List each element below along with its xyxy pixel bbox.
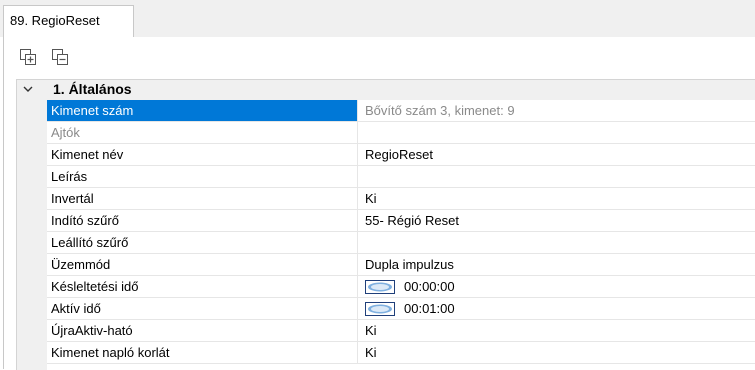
- property-value[interactable]: 55- Régió Reset: [358, 210, 755, 231]
- property-name: Késleltetési idő: [47, 276, 358, 297]
- property-row-aktiv-ido[interactable]: Aktív idő 00:01:00: [47, 298, 755, 320]
- property-row-uzemmod[interactable]: Üzemmód Dupla impulzus: [47, 254, 755, 276]
- property-row-indito-szuro[interactable]: Indító szűrő 55- Régió Reset: [47, 210, 755, 232]
- time-value-icon: [365, 279, 395, 294]
- time-value-icon: [365, 301, 395, 316]
- property-row-ajtok[interactable]: Ajtók: [47, 122, 755, 144]
- expand-all-button[interactable]: [16, 46, 40, 68]
- collapse-all-button[interactable]: [48, 46, 72, 68]
- category-row-general[interactable]: 1. Általános: [17, 80, 755, 100]
- expand-all-icon: [20, 49, 36, 65]
- property-row-kesleltetesi-ido[interactable]: Késleltetési idő 00:00:00: [47, 276, 755, 298]
- property-name: ÚjraAktiv-ható: [47, 320, 358, 341]
- tab-regioreset[interactable]: 89. RegioReset: [3, 5, 134, 37]
- property-value[interactable]: [358, 122, 755, 143]
- property-name: Ajtók: [47, 122, 358, 143]
- property-value[interactable]: 00:01:00: [358, 298, 755, 319]
- time-value-text: 00:01:00: [404, 301, 455, 316]
- property-row-invertal[interactable]: Invertál Ki: [47, 188, 755, 210]
- property-name: Aktív idő: [47, 298, 358, 319]
- property-value[interactable]: 00:00:00: [358, 276, 755, 297]
- property-value[interactable]: [358, 232, 755, 253]
- property-name: Kimenet napló korlát: [47, 342, 358, 363]
- property-value[interactable]: Ki: [358, 188, 755, 209]
- property-row-kimenet-nev[interactable]: Kimenet név RegioReset: [47, 144, 755, 166]
- property-row-kimenet-naplo-korlat[interactable]: Kimenet napló korlát Ki: [47, 342, 755, 364]
- property-value[interactable]: [358, 166, 755, 187]
- property-value[interactable]: RegioReset: [358, 144, 755, 165]
- property-panel: 1. Általános Kimenet szám Bővítő szám 3,…: [3, 37, 755, 370]
- time-value-text: 00:00:00: [404, 279, 455, 294]
- property-value[interactable]: Bővítő szám 3, kimenet: 9: [358, 100, 755, 121]
- tab-strip: 89. RegioReset: [0, 0, 755, 37]
- property-row-leiras[interactable]: Leírás: [47, 166, 755, 188]
- chevron-down-icon[interactable]: [22, 83, 34, 95]
- collapse-all-icon: [52, 49, 68, 65]
- property-name: Kimenet név: [47, 144, 358, 165]
- property-name: Indító szűrő: [47, 210, 358, 231]
- toolbar: [16, 46, 72, 68]
- grid-margin: [17, 100, 47, 370]
- property-grid: 1. Általános Kimenet szám Bővítő szám 3,…: [16, 79, 755, 370]
- category-label: 1. Általános: [53, 81, 132, 97]
- property-name: Leírás: [47, 166, 358, 187]
- property-value[interactable]: Ki: [358, 342, 755, 363]
- property-name: Invertál: [47, 188, 358, 209]
- property-row-ujraaktiv-hato[interactable]: ÚjraAktiv-ható Ki: [47, 320, 755, 342]
- property-value[interactable]: Ki: [358, 320, 755, 341]
- property-row-leallito-szuro[interactable]: Leállító szűrő: [47, 232, 755, 254]
- property-name: Kimenet szám: [47, 100, 358, 121]
- property-value[interactable]: Dupla impulzus: [358, 254, 755, 275]
- property-name: Leállító szűrő: [47, 232, 358, 253]
- property-row-kimenet-szam[interactable]: Kimenet szám Bővítő szám 3, kimenet: 9: [47, 100, 755, 122]
- property-name: Üzemmód: [47, 254, 358, 275]
